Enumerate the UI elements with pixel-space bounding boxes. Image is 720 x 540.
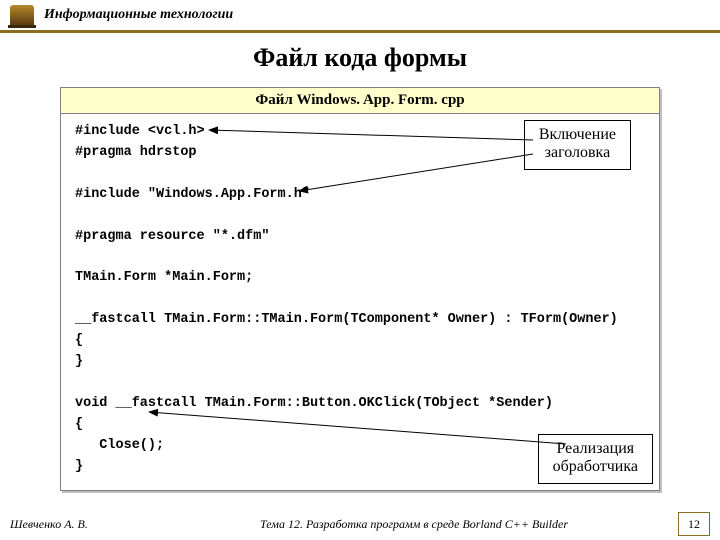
slide-title: Файл кода формы: [0, 43, 720, 73]
code-panel: Файл Windows. App. Form. cpp #include <v…: [60, 87, 660, 491]
course-title: Информационные технологии: [44, 7, 233, 23]
callout-text: Реализация: [556, 440, 634, 457]
footer-topic: Тема 12. Разработка программ в среде Bor…: [150, 517, 678, 532]
panel-caption: Файл Windows. App. Form. cpp: [61, 88, 659, 114]
logo-icon: [10, 5, 34, 25]
callout-include: Включение заголовка: [524, 120, 631, 170]
callout-text: заголовка: [545, 144, 611, 161]
footer: Шевченко А. В. Тема 12. Разработка прогр…: [0, 512, 720, 536]
slide: Информационные технологии Файл кода форм…: [0, 0, 720, 540]
callout-handler: Реализация обработчика: [538, 434, 653, 484]
page-number: 12: [678, 512, 710, 536]
footer-author: Шевченко А. В.: [0, 517, 150, 532]
callout-text: обработчика: [553, 458, 638, 475]
callout-text: Включение: [539, 126, 616, 143]
top-bar: Информационные технологии: [0, 0, 720, 33]
